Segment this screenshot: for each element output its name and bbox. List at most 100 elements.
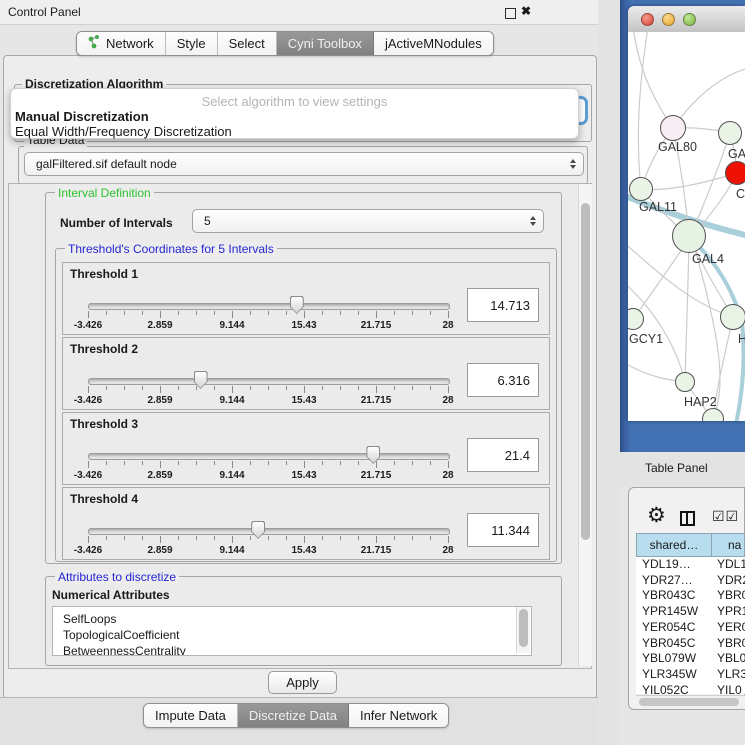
- tick-mark: [232, 536, 233, 543]
- table-hscrollbar-thumb[interactable]: [639, 698, 739, 706]
- node-selected-red[interactable]: [725, 161, 745, 185]
- number-of-intervals-value: 5: [204, 214, 211, 228]
- minimize-traffic-light-icon[interactable]: [662, 13, 675, 26]
- threshold-3-slider-handle[interactable]: [366, 446, 380, 464]
- tick-mark: [124, 461, 125, 465]
- tab-impute-data[interactable]: Impute Data: [144, 704, 238, 727]
- tab-jactivemnodules[interactable]: jActiveMNodules: [374, 32, 493, 55]
- apply-button[interactable]: Apply: [268, 671, 337, 694]
- threshold-3-label: Threshold 3: [70, 417, 138, 431]
- threshold-2-value-field[interactable]: 6.316: [467, 363, 539, 397]
- tick-mark: [268, 461, 269, 465]
- tab-cyni-toolbox[interactable]: Cyni Toolbox: [277, 32, 374, 55]
- threshold-2-slider[interactable]: [88, 378, 450, 385]
- threshold-3-value-field[interactable]: 21.4: [467, 438, 539, 472]
- tick-mark: [340, 311, 341, 315]
- threshold-4-tick-labels: -3.4262.8599.14415.4321.71528: [88, 545, 448, 557]
- threshold-1-slider[interactable]: [88, 303, 450, 310]
- table-row[interactable]: YBR043CYBR0: [636, 588, 745, 604]
- tick-mark: [160, 536, 161, 543]
- column-header-shared-name[interactable]: shared…: [636, 533, 712, 557]
- threshold-1-value-field[interactable]: 14.713: [467, 288, 539, 322]
- table-hscrollbar[interactable]: [636, 695, 745, 709]
- tab-style[interactable]: Style: [166, 32, 218, 55]
- node-gal4[interactable]: [672, 219, 706, 253]
- algorithm-placeholder: Select algorithm to view settings: [11, 94, 578, 109]
- tick-label: 21.715: [361, 395, 392, 406]
- tick-label: 2.859: [147, 395, 172, 406]
- control-panel-title: Control Panel: [8, 5, 81, 19]
- top-tab-bar: Network Style Select Cyni Toolbox jActiv…: [76, 31, 494, 56]
- tick-mark: [142, 536, 143, 540]
- attributes-scrollbar-thumb[interactable]: [519, 609, 528, 647]
- threshold-4-slider-handle[interactable]: [251, 521, 265, 539]
- tick-mark: [250, 461, 251, 465]
- table-row[interactable]: YIL052CYIL0: [636, 683, 745, 694]
- table-data-combobox[interactable]: galFiltered.sif default node: [24, 152, 584, 176]
- node-h[interactable]: [720, 304, 745, 330]
- threshold-2-ticks: [88, 386, 448, 394]
- tick-mark: [88, 386, 89, 393]
- node-label: H: [738, 332, 745, 346]
- gear-icon[interactable]: ⚙: [647, 505, 666, 526]
- threshold-3-slider[interactable]: [88, 453, 450, 460]
- tick-mark: [358, 311, 359, 315]
- tick-label: 15.43: [291, 320, 316, 331]
- thresholds-group-title: Threshold's Coordinates for 5 Intervals: [65, 242, 277, 256]
- tick-mark: [178, 461, 179, 465]
- threshold-4-slider[interactable]: [88, 528, 450, 535]
- settings-scrollbar-thumb[interactable]: [581, 203, 590, 540]
- table-row[interactable]: YDL19…YDL1: [636, 557, 745, 573]
- tick-mark: [340, 536, 341, 540]
- tick-mark: [214, 311, 215, 315]
- table-row[interactable]: YBR045CYBR0: [636, 636, 745, 652]
- menu-item-equal-width-frequency[interactable]: Equal Width/Frequency Discretization: [15, 124, 232, 139]
- zoom-traffic-light-icon[interactable]: [683, 13, 696, 26]
- tick-label: -3.426: [74, 470, 102, 481]
- node-label: GAL11: [639, 200, 677, 214]
- column-header-name[interactable]: na: [711, 533, 745, 557]
- attributes-group-title: Attributes to discretize: [55, 570, 179, 584]
- list-item[interactable]: TopologicalCoefficient: [53, 627, 531, 643]
- table-row[interactable]: YLR345WYLR3: [636, 667, 745, 683]
- threshold-1-slider-handle[interactable]: [290, 296, 304, 314]
- network-window-titlebar[interactable]: [628, 6, 745, 33]
- tick-mark: [268, 536, 269, 540]
- tick-mark: [448, 461, 449, 468]
- tick-mark: [196, 461, 197, 465]
- tab-discretize-data[interactable]: Discretize Data: [238, 704, 349, 727]
- float-panel-icon[interactable]: [505, 8, 516, 19]
- close-panel-icon[interactable]: ✖: [521, 4, 531, 18]
- select-columns-icon[interactable]: ☑☑: [712, 508, 739, 525]
- column-layout-icon[interactable]: [680, 511, 695, 526]
- tick-mark: [232, 461, 233, 468]
- tick-label: 21.715: [361, 470, 392, 481]
- number-of-intervals-combobox[interactable]: 5: [192, 209, 544, 233]
- list-item[interactable]: SelfLoops: [53, 611, 531, 627]
- tick-mark: [268, 311, 269, 315]
- table-row[interactable]: YBL079WYBL0: [636, 651, 745, 667]
- tab-network[interactable]: Network: [77, 32, 166, 55]
- list-item[interactable]: BetweennessCentrality: [53, 643, 531, 656]
- close-traffic-light-icon[interactable]: [641, 13, 654, 26]
- tick-mark: [394, 386, 395, 390]
- attributes-list-scrollbar[interactable]: [516, 607, 530, 653]
- menu-item-manual-discretization[interactable]: Manual Discretization: [15, 109, 149, 124]
- tab-infer-network[interactable]: Infer Network: [349, 704, 448, 727]
- threshold-2-slider-handle[interactable]: [194, 371, 208, 389]
- tick-mark: [430, 311, 431, 315]
- node-gal[interactable]: [718, 121, 742, 145]
- tick-label: 28: [442, 320, 453, 331]
- tick-mark: [232, 311, 233, 318]
- threshold-4-value-field[interactable]: 11.344: [467, 513, 539, 547]
- node-gal80[interactable]: [660, 115, 686, 141]
- node-gal11[interactable]: [629, 177, 653, 201]
- table-row[interactable]: YPR145WYPR1: [636, 604, 745, 620]
- tick-mark: [160, 311, 161, 318]
- network-canvas[interactable]: GAL80 GA C GAL11 GAL4 GCY1 H HAP2: [628, 32, 745, 421]
- tab-select[interactable]: Select: [218, 32, 277, 55]
- table-row[interactable]: YER054CYER0: [636, 620, 745, 636]
- settings-scrollbar[interactable]: [578, 184, 592, 666]
- node-hap2[interactable]: [675, 372, 695, 392]
- table-row[interactable]: YDR27…YDR2: [636, 573, 745, 589]
